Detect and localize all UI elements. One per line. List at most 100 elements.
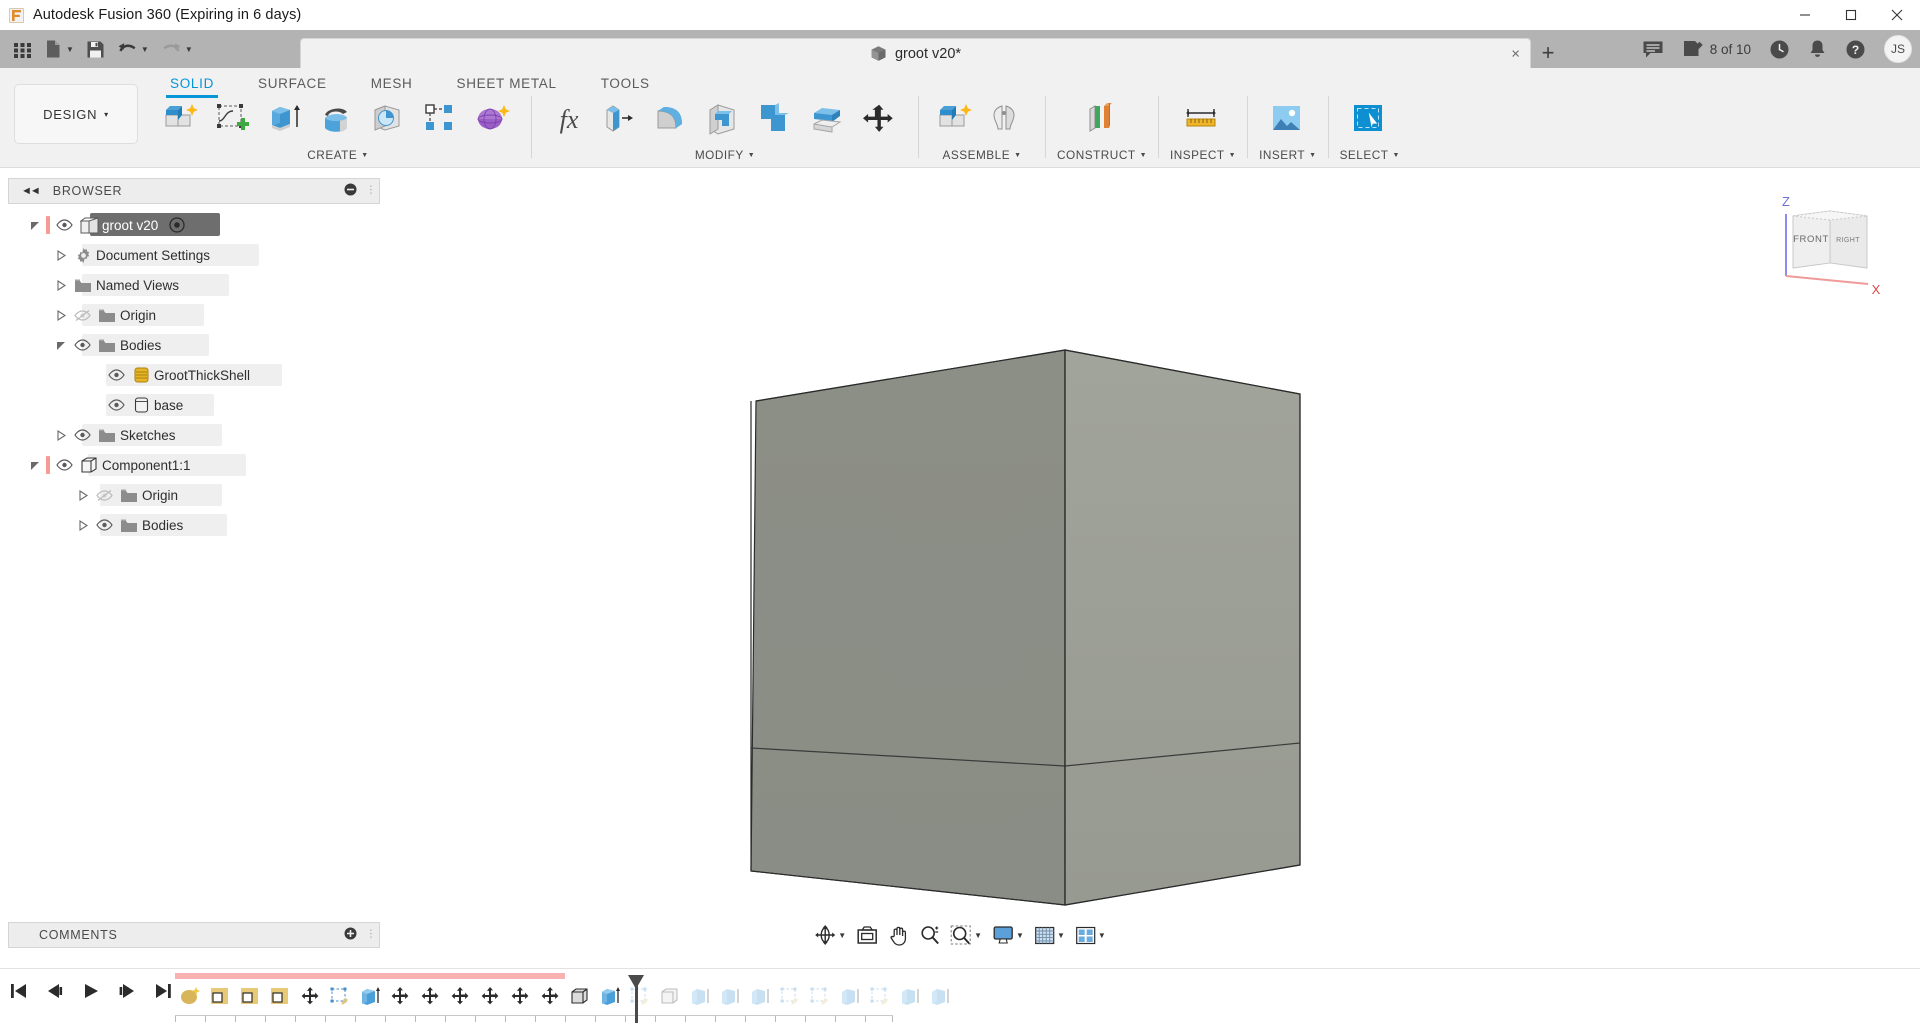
resize-grip-icon[interactable]: ⫶ [369,184,373,199]
expand-twist-icon[interactable] [26,220,44,231]
tab-sheet-metal[interactable]: SHEET METAL [435,71,579,97]
chevron-down-icon[interactable]: ▼ [1057,931,1065,940]
go-to-end-button[interactable] [152,979,174,1003]
step-back-button[interactable] [44,979,66,1003]
split-body-command[interactable] [803,96,855,144]
maximize-icon[interactable] [1828,0,1874,30]
tree-item-origin[interactable]: Origin [8,300,380,330]
insert-image-command[interactable] [1262,96,1314,144]
3d-viewport[interactable]: FRONT RIGHT Z X [380,178,1920,920]
tree-item-grootthickshell[interactable]: GrootThickShell [8,360,380,390]
timeline-feature-sketch-pending-4[interactable] [865,981,895,1011]
tree-item-document-settings[interactable]: Document Settings [8,240,380,270]
tab-solid[interactable]: SOLID [148,71,236,98]
chevron-down-icon[interactable]: ▼ [838,931,846,940]
visibility-eye-icon[interactable] [104,369,128,381]
measure-command[interactable] [1177,96,1229,144]
timeline-feature-sketch-edit[interactable] [325,981,355,1011]
timeline-feature-sketch-1[interactable] [205,981,235,1011]
viewports-button[interactable]: ▼ [1071,920,1110,950]
timeline-feature-extrude-pending-2[interactable] [715,981,745,1011]
panel-label-select[interactable]: SELECT ▼ [1340,148,1400,162]
add-tab-button[interactable]: + [1531,38,1565,68]
go-to-beginning-button[interactable] [8,979,30,1003]
chevron-down-icon[interactable]: ▼ [66,45,74,54]
job-status-button[interactable] [1769,39,1790,60]
save-button[interactable] [81,34,110,64]
form-command[interactable] [468,96,520,144]
expand-twist-icon[interactable] [52,340,70,351]
play-button[interactable] [80,979,102,1003]
timeline-feature-move-2[interactable] [385,981,415,1011]
tree-item-component-origin[interactable]: Origin [8,480,380,510]
fit-button[interactable]: ▼ [946,920,986,950]
close-icon[interactable]: × [1511,45,1520,62]
timeline-feature-sketch-3[interactable] [265,981,295,1011]
chevron-down-icon[interactable]: ▼ [1098,931,1106,940]
chevron-down-icon[interactable]: ▼ [185,45,193,54]
timeline-feature-extrude-pending-1[interactable] [685,981,715,1011]
step-forward-button[interactable] [116,979,138,1003]
timeline-feature-extrude-pending-4[interactable] [835,981,865,1011]
workspace-switcher[interactable]: DESIGN ▾ [14,84,138,144]
view-cube[interactable]: FRONT RIGHT Z X [1768,188,1898,308]
comments-panel[interactable]: COMMENTS ⫶ [8,922,380,948]
timeline-feature-move-3[interactable] [415,981,445,1011]
select-command[interactable] [1344,96,1396,144]
tab-mesh[interactable]: MESH [349,71,435,97]
visibility-eye-icon[interactable] [70,339,94,351]
combine-command[interactable] [751,96,803,144]
close-icon[interactable] [1874,0,1920,30]
document-tab[interactable]: groot v20* × [300,38,1531,68]
visibility-eye-icon[interactable] [52,219,76,231]
expand-twist-icon[interactable] [52,429,70,441]
timeline-track[interactable] [175,973,1900,1027]
timeline-feature-sketch-pending-3[interactable] [805,981,835,1011]
chevron-down-icon[interactable]: ▼ [1016,931,1024,940]
panel-label-create[interactable]: CREATE ▼ [307,148,368,162]
minus-circle-icon[interactable] [344,183,357,199]
undo-button[interactable]: ▼ [112,34,154,64]
extrude-command[interactable] [260,96,312,144]
visibility-eye-icon[interactable] [92,519,116,531]
notification-bell-icon[interactable] [1808,39,1827,60]
panel-label-inspect[interactable]: INSPECT ▼ [1170,148,1236,162]
zoom-button[interactable] [915,920,944,950]
create-sketch-command[interactable] [208,96,260,144]
pan-zoom-display-button[interactable] [852,920,882,950]
display-settings-button[interactable]: ▼ [988,920,1028,950]
timeline-feature-extrude-pending-5[interactable] [895,981,925,1011]
timeline-feature-shell-pending[interactable] [655,981,685,1011]
fillet-command[interactable] [647,96,699,144]
timeline-feature-sketch-pending-2[interactable] [775,981,805,1011]
pan-hand-button[interactable] [884,920,913,950]
move-copy-command[interactable] [855,96,907,144]
redo-button[interactable]: ▼ [156,34,198,64]
visibility-eye-hidden-icon[interactable] [92,489,116,502]
offset-plane-command[interactable] [1076,96,1128,144]
timeline-feature-shell[interactable] [565,981,595,1011]
avatar[interactable]: JS [1884,35,1912,63]
extension-status[interactable]: 8 of 10 [1682,39,1751,59]
sphere-command[interactable] [364,96,416,144]
collapse-left-icon[interactable]: ◄◄ [21,185,41,197]
expand-twist-icon[interactable] [74,489,92,501]
tree-item-base[interactable]: base [8,390,380,420]
minimize-icon[interactable] [1782,0,1828,30]
timeline-feature-move-7[interactable] [535,981,565,1011]
expand-twist-icon[interactable] [52,309,70,321]
resize-grip-icon[interactable]: ⫶ [369,928,373,943]
app-grid-button[interactable] [8,34,37,64]
panel-label-assemble[interactable]: ASSEMBLE ▼ [942,148,1021,162]
expand-twist-icon[interactable] [52,249,70,261]
target-dot-icon[interactable] [164,217,190,233]
help-button[interactable]: ? [1845,39,1866,60]
tab-surface[interactable]: SURFACE [236,71,349,97]
tab-tools[interactable]: TOOLS [579,71,672,97]
grid-snap-button[interactable]: ▼ [1030,920,1069,950]
timeline-feature-extrude-pending-3[interactable] [745,981,775,1011]
visibility-eye-icon[interactable] [52,459,76,471]
tree-item-sketches[interactable]: Sketches [8,420,380,450]
chevron-down-icon[interactable]: ▼ [141,45,149,54]
timeline-feature-extrude-1[interactable] [355,981,385,1011]
